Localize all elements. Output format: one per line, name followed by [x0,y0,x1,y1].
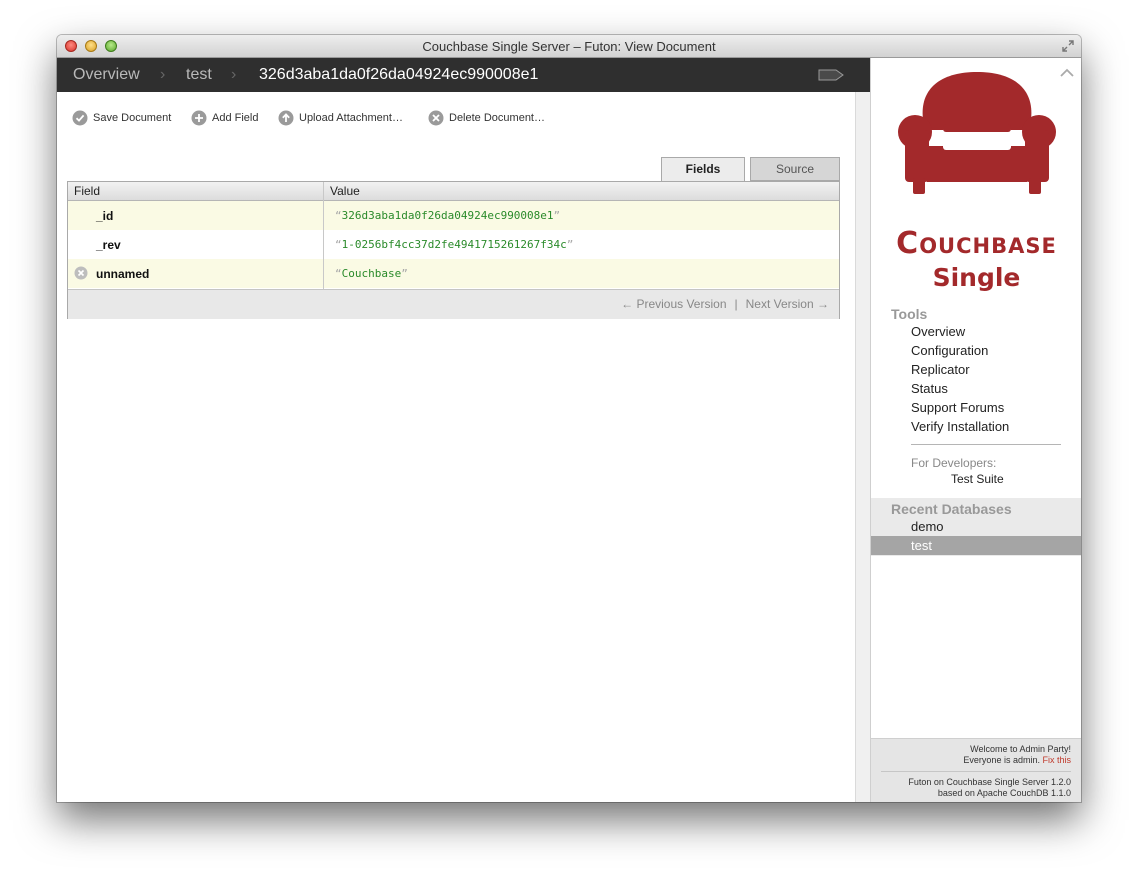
sidebar-item-test-suite[interactable]: Test Suite [951,472,1004,486]
recent-databases-heading: Recent Databases [891,501,1012,517]
fields-table: Field Value _id “326d3aba1da0f26da04924e… [67,181,840,319]
sidebar-item-verify-installation[interactable]: Verify Installation [911,419,1009,434]
content-scrollbar[interactable] [855,92,871,802]
delete-document-button[interactable]: Delete Document… [428,110,545,126]
main-content: Save Document Add Field Upload Attachmen… [57,92,870,802]
fix-this-link[interactable]: Fix this [1042,755,1071,765]
table-row[interactable]: _id “326d3aba1da0f26da04924ec990008e1” [68,201,839,230]
sidebar: Couchbase Single Tools Overview Configur… [870,58,1081,802]
chevron-up-icon[interactable] [1059,68,1075,78]
field-value[interactable]: “326d3aba1da0f26da04924ec990008e1” [335,209,560,222]
recent-active-highlight [871,536,1081,555]
sidebar-item-configuration[interactable]: Configuration [911,343,988,358]
couch-logo-icon [898,72,1056,194]
developers-label: For Developers: [911,456,997,470]
field-name[interactable]: _id [96,209,113,223]
save-document-button[interactable]: Save Document [72,110,171,126]
breadcrumb: Overview › test › 326d3aba1da0f26da04924… [57,58,870,92]
column-header-value: Value [330,184,360,198]
table-footer: ← Previous Version | Next Version → [68,289,839,319]
sidebar-item-overview[interactable]: Overview [911,324,965,339]
column-divider [323,182,324,289]
add-field-button[interactable]: Add Field [191,110,258,126]
breadcrumb-separator: › [231,66,237,83]
tab-source[interactable]: Source [750,157,840,181]
sidebar-divider [911,444,1061,445]
upload-attachment-label: Upload Attachment… [299,112,403,124]
tab-fields[interactable]: Fields [661,157,745,181]
save-document-label: Save Document [93,112,172,124]
version-text: Futon on Couchbase Single Server 1.2.0 [908,777,1071,787]
delete-field-icon[interactable] [74,266,88,280]
up-arrow-circle-icon [278,110,294,126]
table-row[interactable]: unnamed “Couchbase” [68,259,839,288]
table-row[interactable]: _rev “1-0256bf4cc37d2fe4941715261267f34c… [68,230,839,259]
pager-separator: | [734,297,738,311]
add-field-label: Add Field [212,112,259,124]
based-on-text: based on Apache CouchDB 1.1.0 [937,788,1071,798]
table-header: Field Value [68,182,839,201]
check-circle-icon [72,110,88,126]
delete-document-label: Delete Document… [449,112,545,124]
welcome-text: Welcome to Admin Party! [970,744,1071,754]
field-value[interactable]: “1-0256bf4cc37d2fe4941715261267f34c” [335,238,573,251]
tools-heading: Tools [891,306,928,322]
recent-database-demo[interactable]: demo [911,519,944,534]
breadcrumb-overview-link[interactable]: Overview [73,66,140,84]
admin-notice: Everyone is admin. Fix this [963,755,1071,765]
field-name[interactable]: _rev [96,238,121,252]
field-name[interactable]: unnamed [96,267,149,281]
column-header-field: Field [74,184,101,198]
recent-database-test[interactable]: test [911,538,932,553]
title-bar: Couchbase Single Server – Futon: View Do… [57,35,1081,58]
plus-circle-icon [191,110,207,126]
field-value[interactable]: “Couchbase” [335,267,408,280]
breadcrumb-separator: › [160,66,166,83]
fullscreen-icon[interactable] [1061,39,1075,53]
sidebar-item-replicator[interactable]: Replicator [911,362,970,377]
breadcrumb-document-id: 326d3aba1da0f26da04924ec990008e1 [259,66,539,83]
brand-name: Couchbase [896,226,1057,261]
next-version-link[interactable]: Next Version → [746,297,829,311]
sidebar-footer: Welcome to Admin Party! Everyone is admi… [871,738,1081,802]
window-title: Couchbase Single Server – Futon: View Do… [422,39,716,54]
breadcrumb-database-link[interactable]: test [186,66,212,84]
sidebar-item-status[interactable]: Status [911,381,948,396]
version-pager: ← Previous Version | Next Version → [621,297,829,311]
footer-divider [881,771,1071,772]
app-window: Couchbase Single Server – Futon: View Do… [57,35,1081,802]
tag-icon[interactable] [818,69,844,81]
upload-attachment-button[interactable]: Upload Attachment… [278,110,403,126]
sidebar-item-support-forums[interactable]: Support Forums [911,400,1004,415]
x-circle-icon [428,110,444,126]
brand-edition: Single [932,263,1021,292]
previous-version-link[interactable]: ← Previous Version [621,297,726,311]
